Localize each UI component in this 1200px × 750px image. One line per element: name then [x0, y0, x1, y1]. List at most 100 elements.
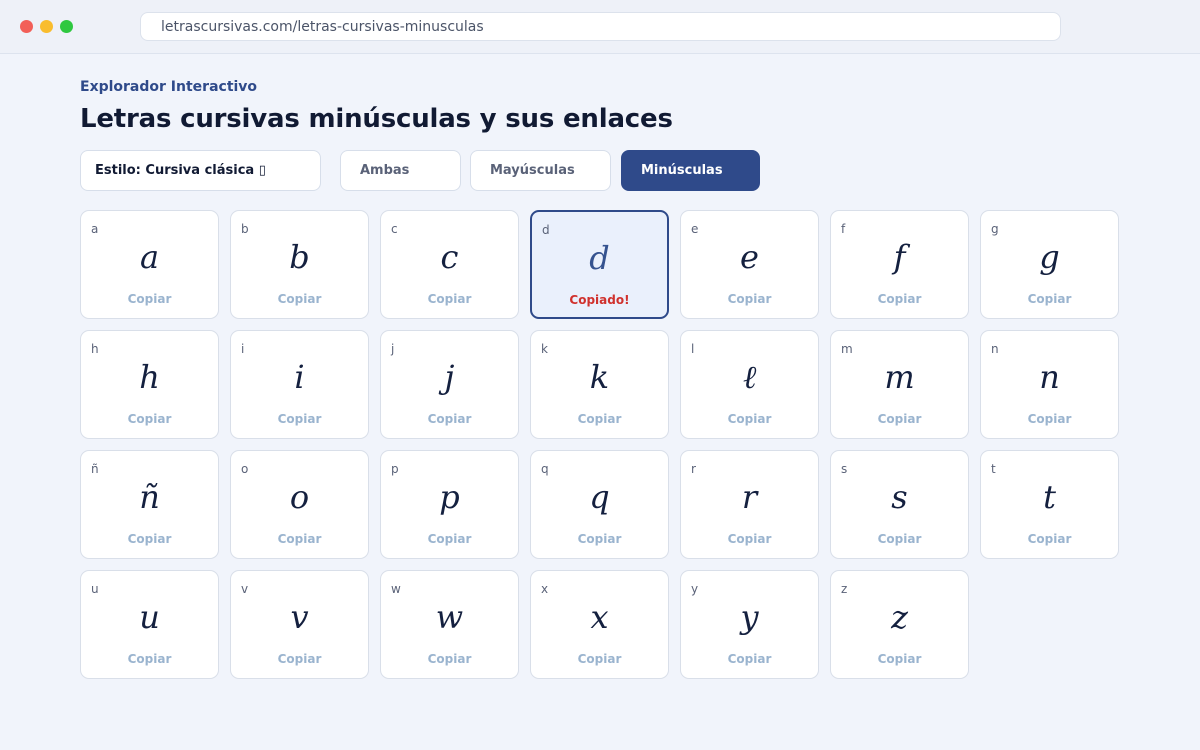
copy-button[interactable]: Copiar [681, 532, 818, 546]
copy-button[interactable]: Copiar [81, 292, 218, 306]
cursive-letter-glyph: ñ [139, 478, 160, 516]
letter-card[interactable]: v v Copiar [230, 570, 369, 679]
copy-button[interactable]: Copiar [381, 292, 518, 306]
copy-button[interactable]: Copiar [831, 652, 968, 666]
letter-card[interactable]: u u Copiar [80, 570, 219, 679]
letter-card[interactable]: p p Copiar [380, 450, 519, 559]
letter-card[interactable]: n n Copiar [980, 330, 1119, 439]
address-bar[interactable]: letrascursivas.com/letras-cursivas-minus… [140, 12, 1061, 41]
letter-key-label: z [841, 582, 848, 596]
letter-card[interactable]: f f Copiar [830, 210, 969, 319]
letter-key-label: h [91, 342, 99, 356]
cursive-letter-glyph: a [139, 238, 160, 276]
letter-card[interactable]: e e Copiar [680, 210, 819, 319]
copy-button[interactable]: Copiar [231, 532, 368, 546]
copy-button[interactable]: Copiar [531, 652, 668, 666]
copy-button[interactable]: Copiar [381, 412, 518, 426]
copy-button[interactable]: Copiar [381, 532, 518, 546]
letter-card[interactable]: i i Copiar [230, 330, 369, 439]
copy-button[interactable]: Copiar [981, 412, 1118, 426]
letter-card[interactable]: h h Copiar [80, 330, 219, 439]
copy-button[interactable]: Copiar [981, 532, 1118, 546]
copy-button[interactable]: Copiar [681, 652, 818, 666]
filter-both-button[interactable]: Ambas [340, 150, 461, 191]
letter-card[interactable]: a a Copiar [80, 210, 219, 319]
copy-button[interactable]: Copiar [831, 292, 968, 306]
copy-button[interactable]: Copiar [531, 412, 668, 426]
copy-button[interactable]: Copiar [81, 412, 218, 426]
copy-button[interactable]: Copiar [681, 412, 818, 426]
letter-key-label: g [991, 222, 999, 236]
copy-button[interactable]: Copiar [381, 652, 518, 666]
cursive-letter-glyph: u [139, 598, 160, 636]
copy-button[interactable]: Copiar [231, 292, 368, 306]
copy-button[interactable]: Copiar [831, 532, 968, 546]
cursive-letter-glyph: m [884, 358, 915, 396]
copy-button[interactable]: Copiar [981, 292, 1118, 306]
letter-card[interactable]: d d Copiado! [530, 210, 669, 319]
cursive-letter-glyph: o [289, 478, 310, 516]
letter-card[interactable]: j j Copiar [380, 330, 519, 439]
letter-key-label: b [241, 222, 249, 236]
cursive-letter-glyph: s [891, 478, 908, 516]
letter-card[interactable]: l ℓ Copiar [680, 330, 819, 439]
letter-card[interactable]: z z Copiar [830, 570, 969, 679]
cursive-letter-glyph: x [590, 598, 609, 636]
letter-card[interactable]: w w Copiar [380, 570, 519, 679]
filter-lowercase-button[interactable]: Minúsculas [621, 150, 760, 191]
close-window-icon[interactable] [20, 20, 33, 33]
cursive-letter-glyph: h [139, 358, 160, 396]
letter-card[interactable]: ñ ñ Copiar [80, 450, 219, 559]
cursive-letter-glyph: n [1039, 358, 1060, 396]
copy-button[interactable]: Copiar [681, 292, 818, 306]
letter-key-label: a [91, 222, 99, 236]
letter-card[interactable]: c c Copiar [380, 210, 519, 319]
minimize-window-icon[interactable] [40, 20, 53, 33]
maximize-window-icon[interactable] [60, 20, 73, 33]
letter-key-label: f [841, 222, 846, 236]
letter-card[interactable]: y y Copiar [680, 570, 819, 679]
letter-card[interactable]: g g Copiar [980, 210, 1119, 319]
letter-key-label: t [991, 462, 996, 476]
letter-grid: a a Copiar b b Copiar c c Copiar d d Copiado! e e Copi… [80, 210, 1120, 679]
filter-uppercase-button[interactable]: Mayúsculas [470, 150, 611, 191]
cursive-letter-glyph: ℓ [742, 358, 757, 396]
copy-button[interactable]: Copiar [531, 532, 668, 546]
letter-card[interactable]: k k Copiar [530, 330, 669, 439]
letter-key-label: u [91, 582, 99, 596]
copy-button[interactable]: Copiar [81, 652, 218, 666]
letter-card[interactable]: m m Copiar [830, 330, 969, 439]
page-title: Letras cursivas minúsculas y sus enlaces [80, 104, 673, 134]
letter-key-label: v [241, 582, 249, 596]
cursive-letter-glyph: j [444, 358, 455, 396]
cursive-letter-glyph: t [1043, 478, 1056, 516]
letter-card[interactable]: s s Copiar [830, 450, 969, 559]
letter-key-label: l [691, 342, 695, 356]
letter-key-label: n [991, 342, 999, 356]
cursive-letter-glyph: f [893, 238, 906, 276]
letter-card[interactable]: t t Copiar [980, 450, 1119, 559]
letter-key-label: y [691, 582, 699, 596]
letter-key-label: p [391, 462, 399, 476]
letter-card[interactable]: b b Copiar [230, 210, 369, 319]
cursive-letter-glyph: i [294, 358, 305, 396]
letter-card[interactable]: x x Copiar [530, 570, 669, 679]
letter-key-label: m [841, 342, 853, 356]
cursive-letter-glyph: p [439, 478, 460, 516]
letter-card[interactable]: o o Copiar [230, 450, 369, 559]
cursive-letter-glyph: y [740, 598, 759, 636]
cursive-letter-glyph: q [589, 478, 610, 516]
copy-button[interactable]: Copiar [231, 412, 368, 426]
copy-button[interactable]: Copiar [231, 652, 368, 666]
style-select[interactable]: Estilo: Cursiva clásica ▯ [80, 150, 321, 191]
letter-key-label: s [841, 462, 848, 476]
copy-button[interactable]: Copiar [81, 532, 218, 546]
letter-key-label: x [541, 582, 549, 596]
letter-card[interactable]: r r Copiar [680, 450, 819, 559]
letter-key-label: e [691, 222, 699, 236]
cursive-letter-glyph: c [440, 238, 459, 276]
letter-key-label: j [391, 342, 395, 356]
copy-button[interactable]: Copiar [831, 412, 968, 426]
copied-status[interactable]: Copiado! [532, 293, 667, 307]
letter-card[interactable]: q q Copiar [530, 450, 669, 559]
